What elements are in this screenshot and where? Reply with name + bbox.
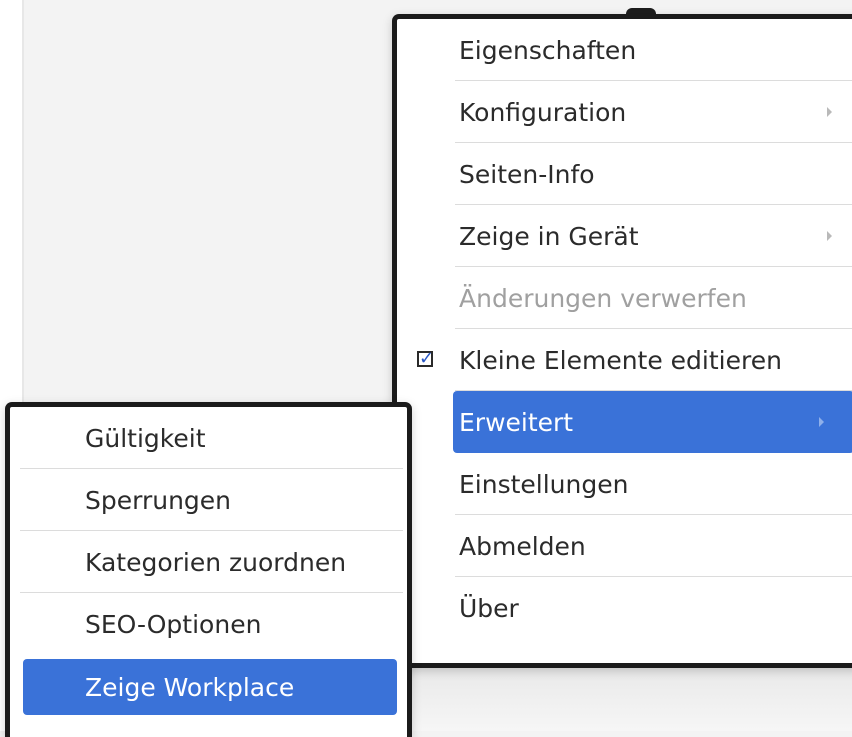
erweitert-submenu: Gültigkeit Sperrungen Kategorien zuordne… <box>5 402 412 737</box>
menu-item-erweitert[interactable]: Erweitert <box>453 391 852 453</box>
menu-item-eigenschaften[interactable]: Eigenschaften <box>397 19 852 81</box>
menu-item-label: Konfiguration <box>459 97 627 127</box>
menu-item-label: Sperrungen <box>85 485 232 515</box>
menu-item-label: Zeige Workplace <box>85 672 295 702</box>
menu-item-ueber[interactable]: Über <box>397 577 852 639</box>
submenu-item-kategorien-zuordnen[interactable]: Kategorien zuordnen <box>20 531 403 593</box>
menu-item-label: Abmelden <box>459 531 586 561</box>
menu-item-abmelden[interactable]: Abmelden <box>397 515 852 577</box>
submenu-item-sperrungen[interactable]: Sperrungen <box>20 469 403 531</box>
submenu-arrow-icon <box>827 107 832 117</box>
menu-item-label: Erweitert <box>459 407 574 437</box>
menu-item-label: Kleine Elemente editieren <box>459 345 782 375</box>
checkbox-checked-icon[interactable]: ✓ <box>417 350 434 368</box>
menu-item-zeige-in-geraet[interactable]: Zeige in Gerät <box>397 205 852 267</box>
menu-item-seiten-info[interactable]: Seiten-Info <box>397 143 852 205</box>
submenu-item-seo-optionen[interactable]: SEO-Optionen <box>20 593 403 655</box>
menu-item-aenderungen-verwerfen: Änderungen verwerfen <box>397 267 852 329</box>
menu-item-label: Zeige in Gerät <box>459 221 639 251</box>
menu-item-label: Seiten-Info <box>459 159 595 189</box>
menu-item-label: Eigenschaften <box>459 35 637 65</box>
menu-item-label: Über <box>459 593 519 623</box>
submenu-item-zeige-workplace[interactable]: Zeige Workplace <box>23 659 397 715</box>
menu-item-kleine-elemente-editieren[interactable]: ✓ Kleine Elemente editieren <box>397 329 852 391</box>
submenu-arrow-icon <box>827 231 832 241</box>
submenu-item-gueltigkeit[interactable]: Gültigkeit <box>20 407 403 469</box>
menu-item-label: SEO-Optionen <box>85 609 262 639</box>
menu-item-label: Kategorien zuordnen <box>85 547 347 577</box>
menu-item-label: Einstellungen <box>459 469 629 499</box>
menu-item-konfiguration[interactable]: Konfiguration <box>397 81 852 143</box>
submenu-arrow-icon <box>819 417 824 427</box>
menu-item-label: Gültigkeit <box>85 423 206 453</box>
context-menu: Eigenschaften Konfiguration Seiten-Info … <box>392 14 852 668</box>
menu-item-label: Änderungen verwerfen <box>459 283 747 313</box>
menu-item-einstellungen[interactable]: Einstellungen <box>397 453 852 515</box>
page-background-bottom <box>410 668 852 731</box>
